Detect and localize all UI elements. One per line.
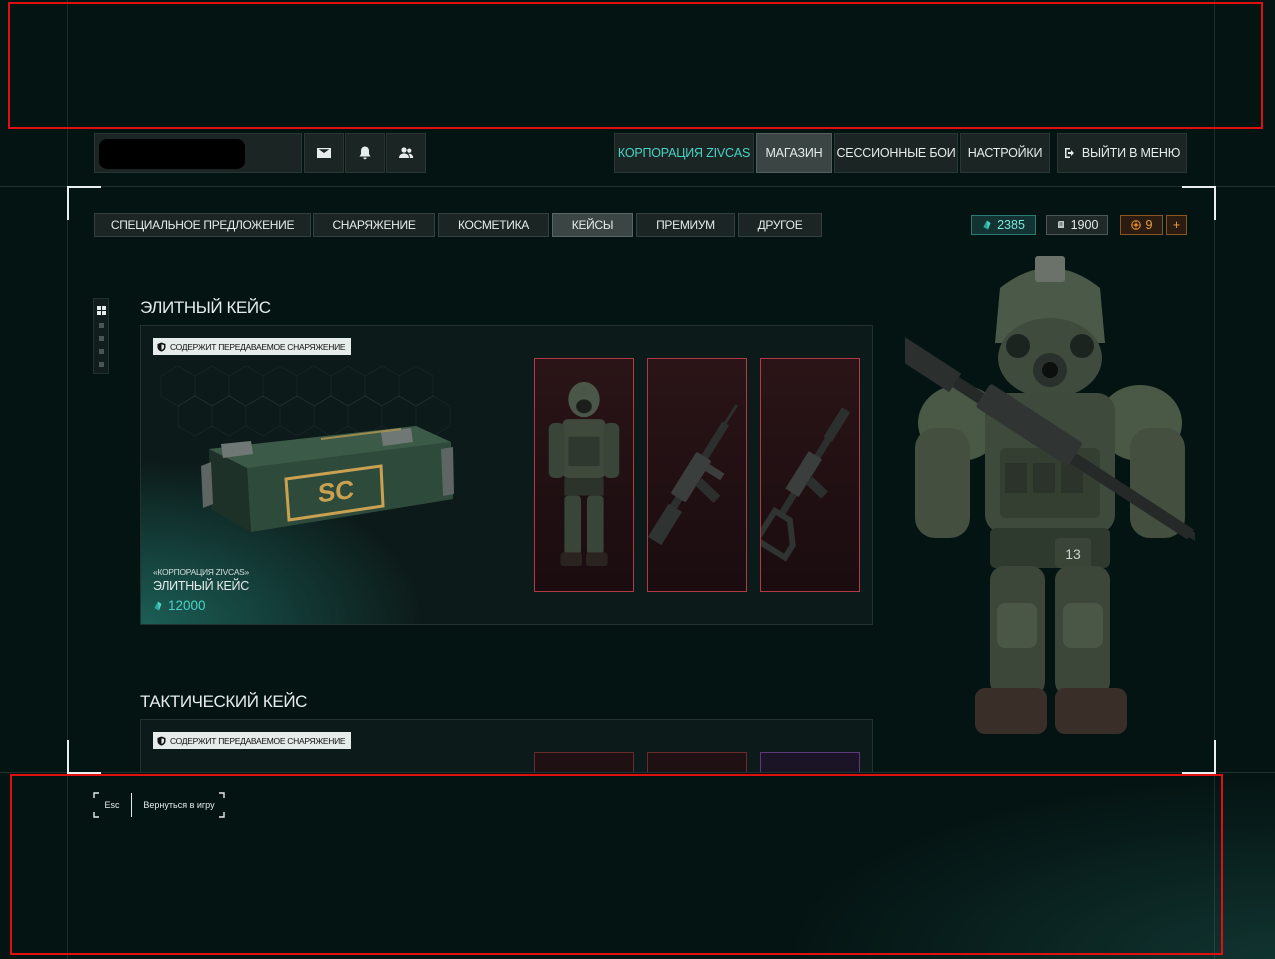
add-currency-button[interactable]: + [1166,215,1187,235]
elite-case-image: SC [201,426,454,532]
badge-text: СОДЕРЖИТ ПЕРЕДАВАЕМОЕ СНАРЯЖЕНИЕ [170,735,346,746]
case-subtitle: «КОРПОРАЦИЯ ZIVCAS» [153,567,249,577]
assault-rifle-icon [648,404,738,546]
pager-dot[interactable] [99,336,104,341]
return-to-game-label: Вернуться в игру [143,800,215,810]
frame-corner-br [1182,740,1216,774]
friends-button[interactable] [386,133,426,173]
badge-text: СОДЕРЖИТ ПЕРЕДАВАЕМОЕ СНАРЯЖЕНИЕ [170,341,346,352]
tab-special-offer[interactable]: СПЕЦИАЛЬНОЕ ПРЕДЛОЖЕНИЕ [94,213,311,237]
case-item-sniper-rifle[interactable] [760,358,860,592]
crystal-icon [983,220,991,230]
case-item-assault-rifle[interactable] [647,358,747,592]
silver-value: 1900 [1070,218,1099,232]
crystal-icon [154,601,162,610]
highlight-box-top [8,2,1263,129]
friends-icon [399,147,414,158]
case-item-slot[interactable] [760,752,860,772]
case-price-value: 12000 [168,598,206,613]
tokens-value: 9 [1145,218,1153,232]
soldier-character-preview: 13 [905,256,1195,734]
guide-line-top [0,186,1275,187]
tactical-case-card[interactable]: СОДЕРЖИТ ПЕРЕДАВАЕМОЕ СНАРЯЖЕНИЕ [140,719,873,772]
shield-icon [157,342,166,352]
pager-dot[interactable] [99,349,104,354]
exit-menu-button[interactable]: ВЫЙТИ В МЕНЮ [1057,133,1187,173]
notifications-button[interactable] [345,133,385,173]
tokens-balance: 9 [1120,215,1163,235]
mail-icon [317,148,331,158]
silver-icon [1057,221,1064,228]
tab-premium[interactable]: ПРЕМИУМ [636,213,735,237]
grid-icon[interactable] [97,306,106,315]
transferable-badge: СОДЕРЖИТ ПЕРЕДАВАЕМОЕ СНАРЯЖЕНИЕ [153,338,352,355]
esc-separator [131,793,132,817]
case-price: 12000 [153,598,206,613]
silver-balance: 1900 [1046,215,1108,235]
tab-cases[interactable]: КЕЙСЫ [552,213,633,237]
token-icon [1130,220,1141,230]
mail-button[interactable] [304,133,344,173]
nav-session-battles[interactable]: СЕССИОННЫЕ БОИ [834,133,958,173]
crystals-balance: 2385 [971,215,1036,235]
player-name [99,139,245,169]
elite-case-title: ЭЛИТНЫЙ КЕЙС [140,298,271,317]
tab-other[interactable]: ДРУГОЕ [738,213,822,237]
bell-icon [359,146,371,160]
nav-settings[interactable]: НАСТРОЙКИ [960,133,1050,173]
case-logo-text: SC [318,474,354,508]
case-item-armor[interactable] [534,358,634,592]
exit-icon [1064,148,1074,158]
esc-key: Esc [104,800,120,810]
pager-dot[interactable] [99,362,104,367]
case-item-slot[interactable] [647,752,747,772]
player-name-box[interactable] [94,133,302,173]
tab-equipment[interactable]: СНАРЯЖЕНИЕ [313,213,435,237]
frame-corner-tr [1182,186,1216,220]
case-pager [93,298,109,374]
soldier-badge-number: 13 [1065,546,1081,562]
nav-shop[interactable]: МАГАЗИН [756,133,832,173]
elite-case-card[interactable]: СОДЕРЖИТ ПЕРЕДАВАЕМОЕ СНАРЯЖЕНИЕ SC «КОР… [140,325,873,625]
transferable-badge: СОДЕРЖИТ ПЕРЕДАВАЕМОЕ СНАРЯЖЕНИЕ [153,732,352,749]
case-item-slot[interactable] [534,752,634,772]
guide-line-bottom [0,772,1275,773]
sniper-rifle-icon [761,407,850,562]
pager-dot[interactable] [99,323,104,328]
shield-icon [157,736,166,746]
exit-menu-label: ВЫЙТИ В МЕНЮ [1081,146,1181,160]
frame-corner-bl [67,740,101,774]
nav-corporation[interactable]: КОРПОРАЦИЯ ZIVCAS [614,133,754,173]
tab-cosmetics[interactable]: КОСМЕТИКА [438,213,549,237]
armor-suit-icon [548,381,620,567]
crystals-value: 2385 [997,218,1025,232]
case-name: ЭЛИТНЫЙ КЕЙС [153,579,249,593]
return-to-game-hint[interactable]: Esc Вернуться в игру [93,792,225,818]
tactical-case-title: ТАКТИЧЕСКИЙ КЕЙС [140,692,308,711]
